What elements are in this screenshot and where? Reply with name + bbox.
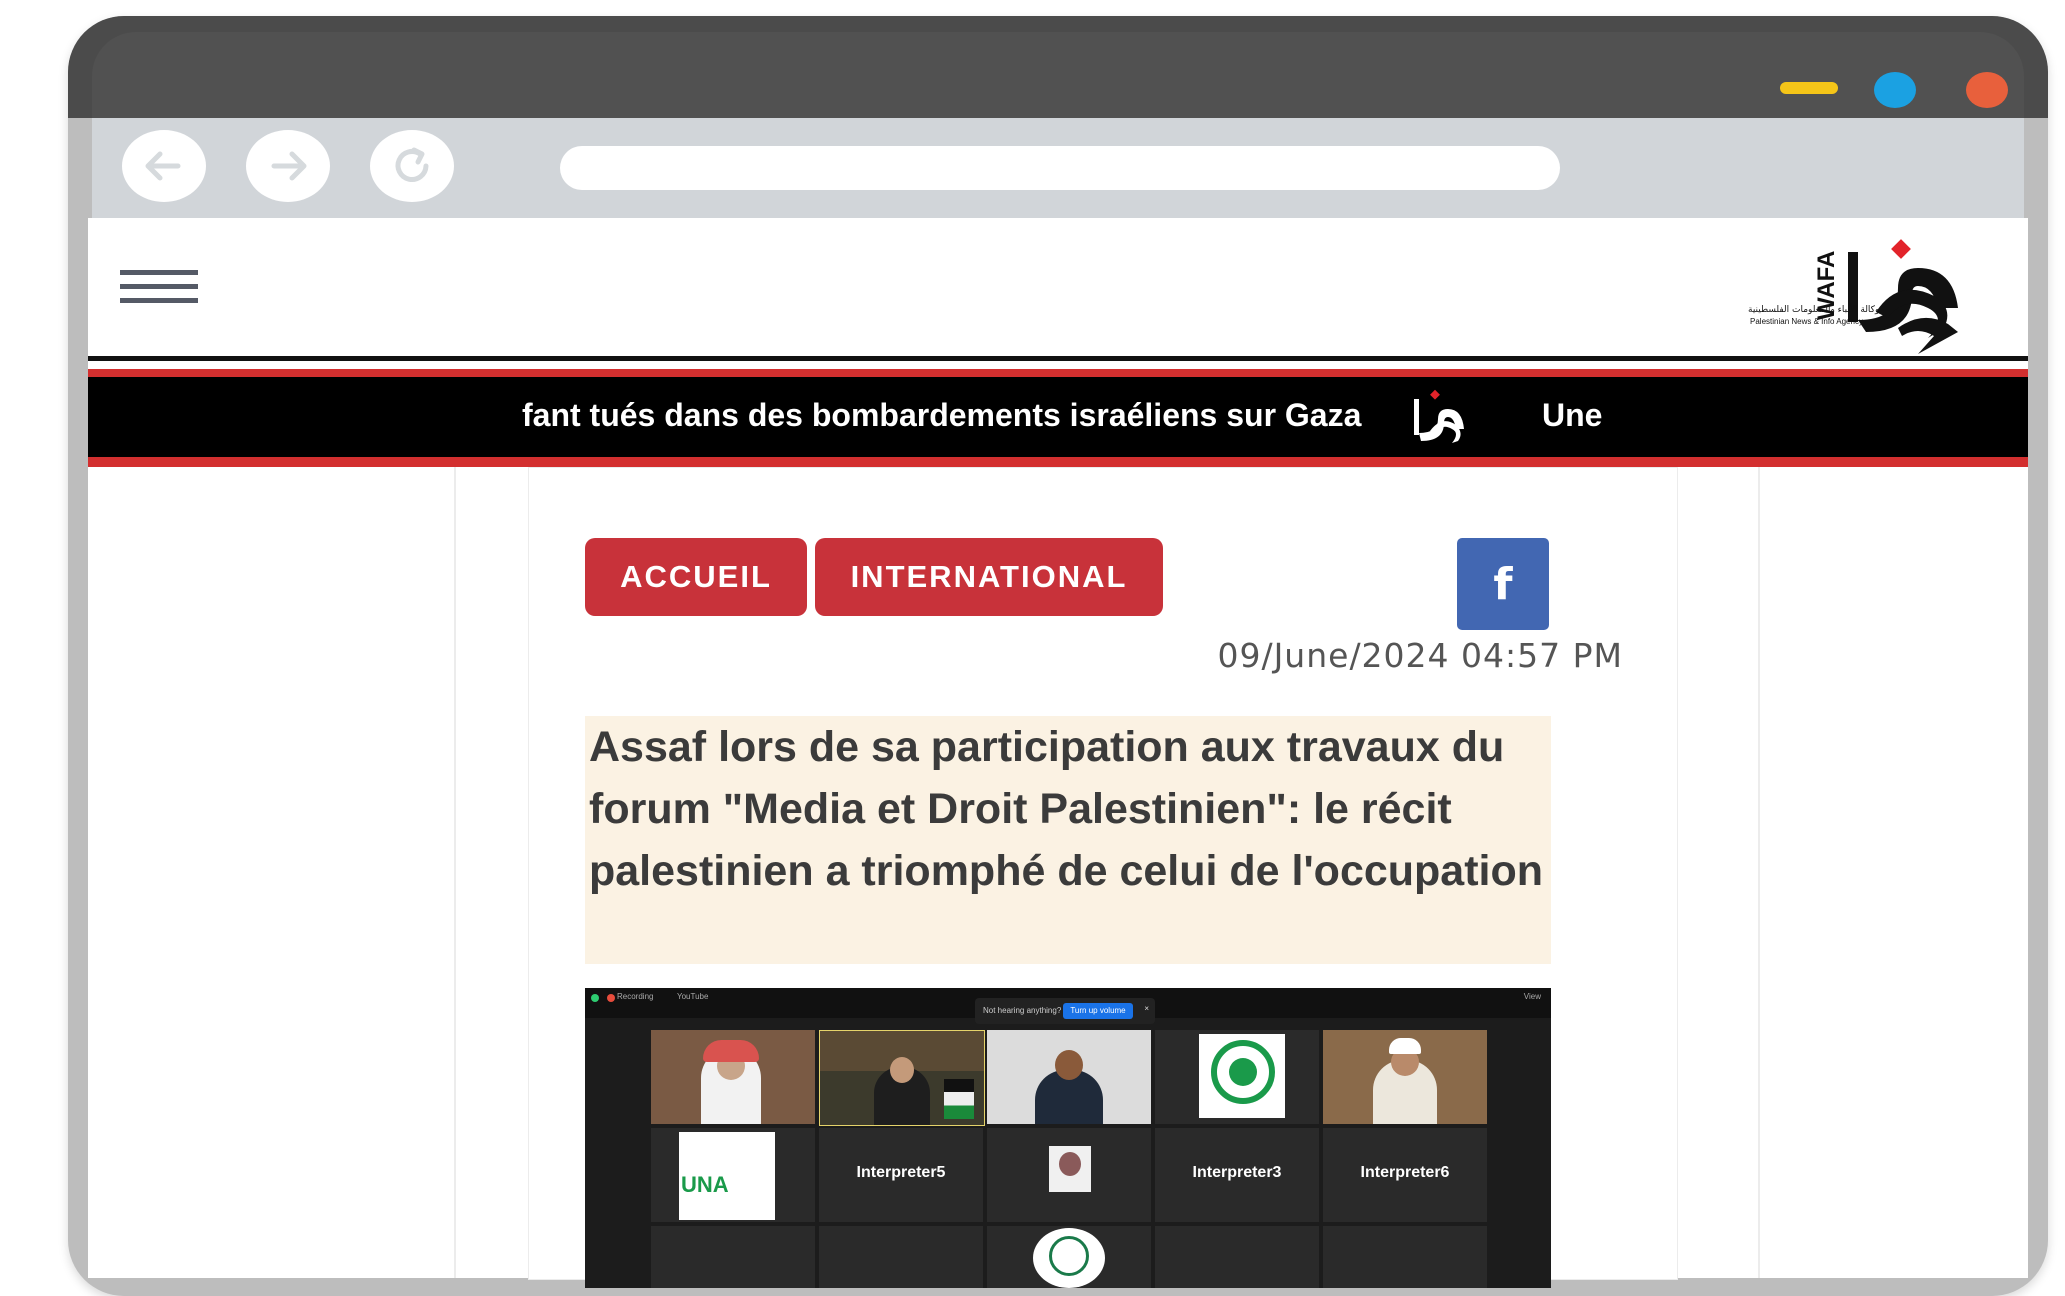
participant-tile [819,1226,983,1288]
article-date: 09/June/2024 04:57 PM [1217,636,1623,675]
participant-tile [987,1030,1151,1124]
tile-label: Interpreter6 [1360,1164,1450,1181]
participant-tile [651,1226,815,1288]
turn-up-volume-button: Turn up volume [1063,1003,1133,1019]
ticker-border-top [88,369,2028,377]
close-button[interactable] [1966,72,2008,108]
browser-toolbar [92,118,2024,218]
audio-notice: Not hearing anything? Turn up volume × [975,998,1155,1024]
wafa-logo[interactable]: WAFA وكالة الأنباء والمعلومات الفلسطينية… [1748,228,1968,356]
participant-tile-interpreter5: Interpreter5 [819,1128,983,1222]
left-column-divider [454,467,456,1278]
ticker-next-item[interactable]: Une [1542,397,1602,434]
participant-tile [987,1128,1151,1222]
participant-tile [819,1030,985,1126]
audio-notice-text: Not hearing anything? [983,1006,1062,1015]
article-card: ACCUEIL INTERNATIONAL f 09/June/2024 04:… [528,467,1678,1288]
participant-tile [1323,1030,1487,1124]
participant-tile [1323,1226,1487,1288]
arrow-left-icon [145,151,181,181]
right-column-divider [1758,467,1760,1278]
view-label: View [1523,992,1541,1001]
reload-icon [395,147,429,182]
article-title: Assaf lors de sa participation aux trava… [585,716,1551,964]
page-viewport: WAFA وكالة الأنباء والمعلومات الفلسطينية… [88,218,2028,1288]
hamburger-menu-icon[interactable] [120,270,198,312]
participant-tile [1155,1226,1319,1288]
participant-tile [651,1030,815,1124]
title-bar [68,16,2048,152]
participant-tile [987,1226,1151,1288]
wafa-small-logo-icon [1414,389,1464,443]
close-icon: × [1144,1004,1149,1013]
participant-tile [1155,1030,1319,1124]
participant-tile-interpreter6: Interpreter6 [1323,1128,1487,1222]
breadcrumb-home[interactable]: ACCUEIL [585,538,807,616]
participant-tile-interpreter3: Interpreter3 [1155,1128,1319,1222]
logo-english-text: Palestinian News & Info Agency [1750,317,1863,326]
facebook-icon: f [1493,558,1513,610]
participant-tile-una: UNA [651,1128,815,1222]
header-divider [88,356,2028,361]
shield-icon [591,994,599,1002]
site-header: WAFA وكالة الأنباء والمعلومات الفلسطينية… [88,218,2028,356]
maximize-button[interactable] [1874,72,1916,108]
facebook-share-button[interactable]: f [1457,538,1549,630]
news-ticker: fant tués dans des bombardements israéli… [88,377,2028,457]
article-image[interactable]: Recording YouTube View Not hearing anyth… [585,988,1551,1288]
breadcrumb-international[interactable]: INTERNATIONAL [815,538,1163,616]
ticker-border-bottom [88,457,2028,467]
browser-window: WAFA وكالة الأنباء والمعلومات الفلسطينية… [68,16,2048,1296]
back-button[interactable] [122,130,206,202]
arrow-right-icon [271,151,307,181]
reload-button[interactable] [370,130,454,202]
recording-label: Recording [617,992,654,1001]
recording-dot-icon [607,994,615,1002]
tile-label: Interpreter3 [1192,1164,1282,1181]
logo-arabic-text: وكالة الأنباء والمعلومات الفلسطينية [1748,303,1879,315]
una-logo-text: UNA [681,1172,729,1197]
address-bar[interactable] [560,146,1560,190]
forward-button[interactable] [246,130,330,202]
youtube-label: YouTube [677,992,709,1001]
ticker-headline[interactable]: fant tués dans des bombardements israéli… [522,397,1361,434]
minimize-button[interactable] [1780,82,1838,94]
tile-label: Interpreter5 [856,1164,946,1181]
